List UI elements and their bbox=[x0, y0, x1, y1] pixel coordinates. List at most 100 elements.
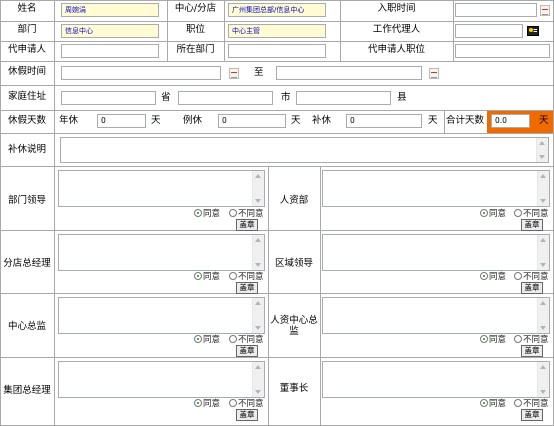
select-person-icon[interactable] bbox=[527, 25, 539, 37]
group-gm-label: 集团总经理 bbox=[3, 385, 51, 396]
dept-field[interactable]: 信息中心 bbox=[61, 24, 159, 38]
agree-radio[interactable]: 同意 bbox=[480, 399, 506, 409]
leave-end-field[interactable] bbox=[276, 66, 422, 80]
agree-label: 同意 bbox=[203, 209, 221, 219]
proxy-dept-field[interactable] bbox=[228, 44, 326, 58]
disagree-label: 不同意 bbox=[523, 335, 549, 345]
branch-gm-label: 分店总经理 bbox=[3, 258, 51, 269]
agree-label: 同意 bbox=[203, 399, 221, 409]
hr-center-director-comment[interactable] bbox=[322, 297, 550, 334]
disagree-label: 不同意 bbox=[523, 209, 549, 219]
to-label: 至 bbox=[254, 67, 264, 78]
proxy-dept-label: 所在部门 bbox=[176, 44, 215, 55]
agree-label: 同意 bbox=[203, 272, 221, 282]
group-gm-comment[interactable] bbox=[58, 361, 265, 398]
routine-leave-field[interactable]: 0 bbox=[218, 114, 286, 128]
agree-label: 同意 bbox=[489, 399, 507, 409]
comp-note-label: 补休说明 bbox=[7, 144, 46, 155]
disagree-radio[interactable]: 不同意 bbox=[514, 272, 549, 282]
scrollbar[interactable] bbox=[536, 138, 548, 162]
agree-radio[interactable]: 同意 bbox=[480, 335, 506, 345]
disagree-radio[interactable]: 不同意 bbox=[514, 399, 549, 409]
agree-radio[interactable]: 同意 bbox=[194, 272, 220, 282]
disagree-radio[interactable]: 不同意 bbox=[229, 272, 264, 282]
agree-label: 同意 bbox=[489, 335, 507, 345]
scrollbar[interactable] bbox=[537, 171, 549, 206]
chairman-label: 董事长 bbox=[279, 383, 309, 394]
scrollbar[interactable] bbox=[537, 298, 549, 333]
scrollbar[interactable] bbox=[537, 362, 549, 397]
branch-gm-comment[interactable] bbox=[58, 234, 265, 271]
region-leader-comment[interactable] bbox=[322, 234, 550, 271]
annual-leave-field[interactable]: 0 bbox=[97, 114, 146, 128]
calendar-icon[interactable] bbox=[540, 5, 550, 16]
day-unit: 天 bbox=[539, 115, 549, 126]
total-days-field[interactable]: 0.0 bbox=[491, 114, 530, 128]
work-agent-label: 工作代理人 bbox=[372, 24, 421, 35]
scrollbar[interactable] bbox=[252, 362, 264, 397]
leave-time-label: 休假时间 bbox=[7, 66, 46, 77]
proxy-applicant-field[interactable] bbox=[61, 44, 159, 58]
proxy-position-field[interactable] bbox=[455, 44, 550, 58]
hire-date-label: 入职时间 bbox=[377, 3, 416, 14]
agree-radio[interactable]: 同意 bbox=[194, 399, 220, 409]
stamp-button[interactable]: 盖章 bbox=[236, 219, 258, 231]
annual-leave-label: 年休 bbox=[59, 115, 79, 126]
county-label: 县 bbox=[397, 92, 407, 103]
comp-leave-field[interactable]: 0 bbox=[346, 114, 422, 128]
comp-note-textarea[interactable] bbox=[60, 137, 549, 163]
disagree-radio[interactable]: 不同意 bbox=[229, 335, 264, 345]
scrollbar[interactable] bbox=[252, 171, 264, 206]
center-branch-field[interactable]: 广州集团总部/信息中心 bbox=[228, 3, 326, 17]
name-label: 姓名 bbox=[17, 3, 37, 14]
hr-dept-comment[interactable] bbox=[322, 170, 550, 207]
dept-leader-label: 部门领导 bbox=[7, 195, 46, 206]
disagree-label: 不同意 bbox=[238, 272, 264, 282]
chairman-comment[interactable] bbox=[322, 361, 550, 398]
agree-radio[interactable]: 同意 bbox=[194, 209, 220, 219]
stamp-button[interactable]: 盖章 bbox=[521, 219, 543, 231]
address-city-field[interactable] bbox=[178, 91, 273, 105]
stamp-button[interactable]: 盖章 bbox=[521, 409, 543, 421]
disagree-label: 不同意 bbox=[238, 335, 264, 345]
scrollbar[interactable] bbox=[252, 235, 264, 270]
disagree-radio[interactable]: 不同意 bbox=[229, 399, 264, 409]
position-field[interactable]: 中心主管 bbox=[228, 24, 326, 38]
disagree-radio[interactable]: 不同意 bbox=[514, 209, 549, 219]
agree-radio[interactable]: 同意 bbox=[480, 272, 506, 282]
address-province-field[interactable] bbox=[61, 91, 156, 105]
calendar-icon[interactable] bbox=[229, 68, 239, 79]
province-label: 省 bbox=[161, 92, 171, 103]
position-label: 职位 bbox=[185, 24, 205, 35]
center-director-comment[interactable] bbox=[58, 297, 265, 334]
hr-center-director-label: 人资中心总监 bbox=[270, 315, 318, 337]
work-agent-field[interactable] bbox=[455, 24, 523, 38]
disagree-label: 不同意 bbox=[523, 272, 549, 282]
leave-start-field[interactable] bbox=[61, 66, 221, 80]
home-address-label: 家庭住址 bbox=[7, 91, 46, 102]
hr-dept-label: 人资部 bbox=[279, 195, 309, 206]
name-field[interactable]: 周婉涓 bbox=[61, 3, 159, 17]
disagree-radio[interactable]: 不同意 bbox=[514, 335, 549, 345]
proxy-position-label: 代申请人职位 bbox=[367, 44, 425, 55]
disagree-radio[interactable]: 不同意 bbox=[229, 209, 264, 219]
stamp-button[interactable]: 盖章 bbox=[521, 282, 543, 294]
dept-label: 部门 bbox=[17, 24, 37, 35]
day-unit: 天 bbox=[151, 115, 161, 126]
disagree-label: 不同意 bbox=[523, 399, 549, 409]
scrollbar[interactable] bbox=[537, 235, 549, 270]
scrollbar[interactable] bbox=[252, 298, 264, 333]
hire-date-field[interactable] bbox=[455, 3, 537, 17]
dept-leader-comment[interactable] bbox=[58, 170, 265, 207]
comp-leave-label: 补休 bbox=[312, 115, 332, 126]
agree-radio[interactable]: 同意 bbox=[194, 335, 220, 345]
address-county-field[interactable] bbox=[296, 91, 391, 105]
calendar-icon[interactable] bbox=[429, 68, 439, 79]
stamp-button[interactable]: 盖章 bbox=[236, 345, 258, 357]
stamp-button[interactable]: 盖章 bbox=[521, 345, 543, 357]
stamp-button[interactable]: 盖章 bbox=[236, 282, 258, 294]
agree-radio[interactable]: 同意 bbox=[480, 209, 506, 219]
agree-label: 同意 bbox=[489, 209, 507, 219]
stamp-button[interactable]: 盖章 bbox=[236, 409, 258, 421]
proxy-applicant-label: 代申请人 bbox=[7, 44, 46, 55]
